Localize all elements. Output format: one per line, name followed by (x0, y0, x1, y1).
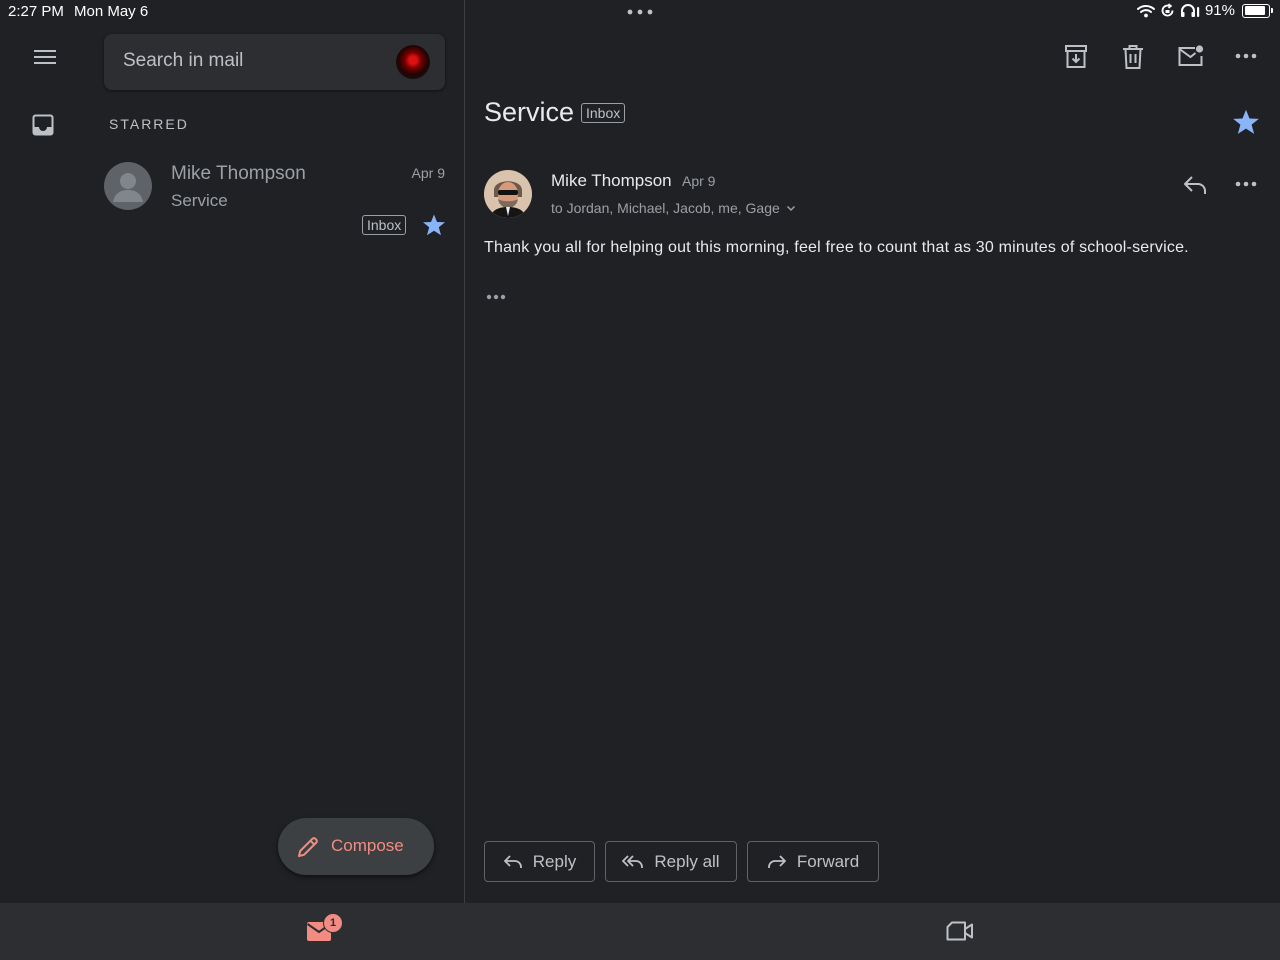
forward-label: Forward (796, 851, 860, 871)
section-label-starred: STARRED (109, 116, 189, 132)
reply-icon (503, 854, 523, 870)
menu-icon[interactable] (33, 48, 57, 66)
list-item-date: Apr 9 (411, 165, 445, 181)
mail-tab[interactable]: 1 (306, 913, 344, 945)
inbox-icon[interactable] (32, 114, 54, 136)
pencil-icon (296, 835, 320, 859)
inbox-label-badge[interactable]: Inbox (581, 103, 626, 123)
forward-icon (767, 854, 787, 870)
sender-avatar[interactable] (484, 170, 532, 218)
show-trimmed-content-icon[interactable] (486, 292, 508, 302)
trash-icon[interactable] (1122, 44, 1144, 70)
search-bar[interactable]: Search in mail (104, 34, 445, 90)
search-input[interactable]: Search in mail (123, 50, 243, 72)
battery-percent: 91% (1204, 2, 1235, 19)
status-time: 2:27 PM (8, 3, 64, 20)
headphones-icon (1180, 3, 1200, 18)
status-date: Mon May 6 (74, 3, 149, 20)
compose-label: Compose (331, 836, 404, 855)
battery-icon (1242, 3, 1273, 18)
recipients-toggle[interactable]: to Jordan, Michael, Jacob, me, Gage (551, 200, 796, 216)
star-icon[interactable] (1232, 108, 1260, 136)
message-sender[interactable]: Mike Thompson (551, 171, 672, 191)
list-item[interactable]: Mike Thompson Apr 9 Service Inbox (100, 150, 452, 246)
forward-button[interactable]: Forward (747, 841, 879, 882)
list-item-subject: Service (171, 191, 228, 210)
bottom-navigation: 1 (0, 903, 1280, 960)
mark-unread-icon[interactable] (1177, 44, 1205, 68)
status-indicators: 91% (1136, 2, 1273, 19)
unread-count-badge: 1 (323, 913, 343, 933)
video-call-icon[interactable] (946, 921, 974, 941)
reply-all-icon (622, 854, 644, 870)
message-subject: Service (484, 97, 575, 127)
pane-divider (464, 0, 465, 903)
wifi-icon (1136, 4, 1155, 18)
reply-button[interactable]: Reply (484, 841, 595, 882)
account-avatar[interactable] (396, 45, 430, 79)
reply-all-button[interactable]: Reply all (605, 841, 737, 882)
message-body: Thank you all for helping out this morni… (484, 239, 1189, 256)
reply-icon[interactable] (1182, 173, 1208, 197)
message-date: Apr 9 (682, 173, 716, 189)
compose-button[interactable]: Compose (278, 818, 434, 875)
list-item-sender: Mike Thompson (171, 163, 306, 184)
chevron-down-icon (786, 205, 796, 212)
battery-fill (1244, 6, 1266, 15)
archive-icon[interactable] (1064, 44, 1088, 70)
orientation-lock-icon (1160, 3, 1175, 18)
recipients-text: to Jordan, Michael, Jacob, me, Gage (551, 200, 780, 216)
inbox-label-badge: Inbox (362, 215, 407, 235)
more-icon[interactable] (1234, 172, 1258, 196)
more-icon[interactable] (1234, 44, 1258, 68)
multitasking-dots-icon[interactable] (624, 4, 656, 20)
reply-all-label: Reply all (654, 851, 720, 871)
star-icon[interactable] (422, 213, 446, 237)
reply-label: Reply (532, 851, 577, 871)
sender-avatar (104, 162, 152, 210)
